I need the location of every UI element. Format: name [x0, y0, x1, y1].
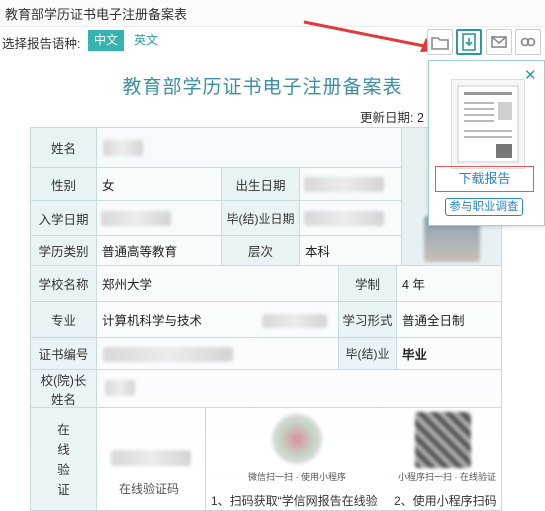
value-study-form: 普通全日制 — [397, 302, 501, 338]
download-report-button[interactable]: 下载报告 — [435, 166, 534, 192]
download-popup: ✕ 下载报告 参与职业调查 — [428, 60, 545, 226]
verify-step-1: 1、扫码获取“学信网报告在线验 — [211, 494, 378, 508]
value-edu-type: 普通高等教育 — [97, 236, 222, 266]
value-name — [97, 128, 402, 168]
online-verify-code-cell: 在线验证码 — [97, 408, 206, 510]
label-grad-date: 毕(结)业日期 — [222, 201, 300, 236]
label-study-form: 学习形式 — [339, 302, 397, 338]
report-thumbnail — [451, 79, 525, 169]
label-president: 校(院)长姓名 — [31, 370, 97, 408]
verify-qr-code[interactable] — [411, 408, 477, 470]
verify-step-2: 2、使用小程序扫码 — [394, 494, 497, 508]
label-school: 学校名称 — [31, 266, 97, 302]
app-scan-label: 小程序扫一扫 · 在线验证 — [398, 472, 496, 482]
verify-instructions-cell: 微信扫一扫 · 使用小程序 小程序扫一扫 · 在线验证 1、扫码获取“学信网报告… — [206, 408, 501, 510]
language-label: 选择报告语种: — [2, 37, 81, 51]
value-birth-date — [300, 168, 402, 201]
label-birth-date: 出生日期 — [222, 168, 300, 201]
certificate-title: 教育部学历证书电子注册备案表 — [122, 77, 403, 98]
folder-icon[interactable] — [427, 29, 453, 55]
value-enroll-date — [97, 201, 222, 236]
link-icon[interactable] — [515, 29, 541, 55]
value-school: 郑州大学 — [97, 266, 339, 302]
update-date: 更新日期: 2 — [360, 111, 424, 125]
label-duration: 学制 — [339, 266, 397, 302]
online-verify-code-label: 在线验证码 — [119, 482, 180, 496]
download-report-icon[interactable] — [456, 29, 482, 55]
label-online-verify: 在线验证 — [31, 408, 97, 510]
wechat-miniprogram-code[interactable] — [266, 410, 328, 468]
label-name: 姓名 — [31, 128, 97, 168]
label-enroll-date: 入学日期 — [31, 201, 97, 236]
label-grad-status: 毕(结)业 — [339, 338, 397, 370]
value-level: 本科 — [300, 236, 402, 266]
value-president — [97, 370, 501, 408]
label-cert-no: 证书编号 — [31, 338, 97, 370]
value-grad-status: 毕业 — [397, 338, 501, 370]
wechat-scan-label: 微信扫一扫 · 使用小程序 — [248, 472, 346, 482]
page-header: 教育部学历证书电子注册备案表 — [0, 0, 545, 27]
mail-icon[interactable] — [486, 29, 512, 55]
language-chinese-button[interactable]: 中文 — [88, 30, 124, 51]
language-english-button[interactable]: 英文 — [130, 30, 162, 51]
value-grad-date — [300, 201, 402, 236]
close-icon[interactable]: ✕ — [524, 66, 537, 84]
value-major-text: 计算机科学与技术 — [102, 314, 203, 328]
career-survey-button[interactable]: 参与职业调查 — [445, 198, 523, 216]
value-major: 计算机科学与技术 — [97, 302, 339, 338]
label-gender: 性别 — [31, 168, 97, 201]
label-level: 层次 — [222, 236, 300, 266]
value-cert-no — [97, 338, 339, 370]
value-gender: 女 — [97, 168, 222, 201]
label-edu-type: 学历类别 — [31, 236, 97, 266]
value-duration: 4 年 — [397, 266, 501, 302]
page-header-title: 教育部学历证书电子注册备案表 — [5, 7, 188, 22]
label-major: 专业 — [31, 302, 97, 338]
